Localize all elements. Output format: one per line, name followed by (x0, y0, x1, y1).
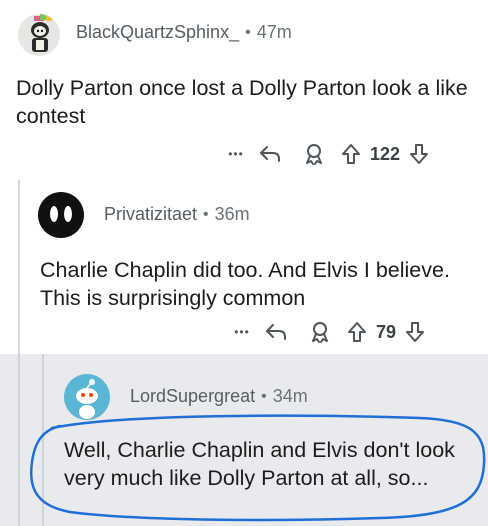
highlight-circle-annotation (29, 414, 486, 522)
